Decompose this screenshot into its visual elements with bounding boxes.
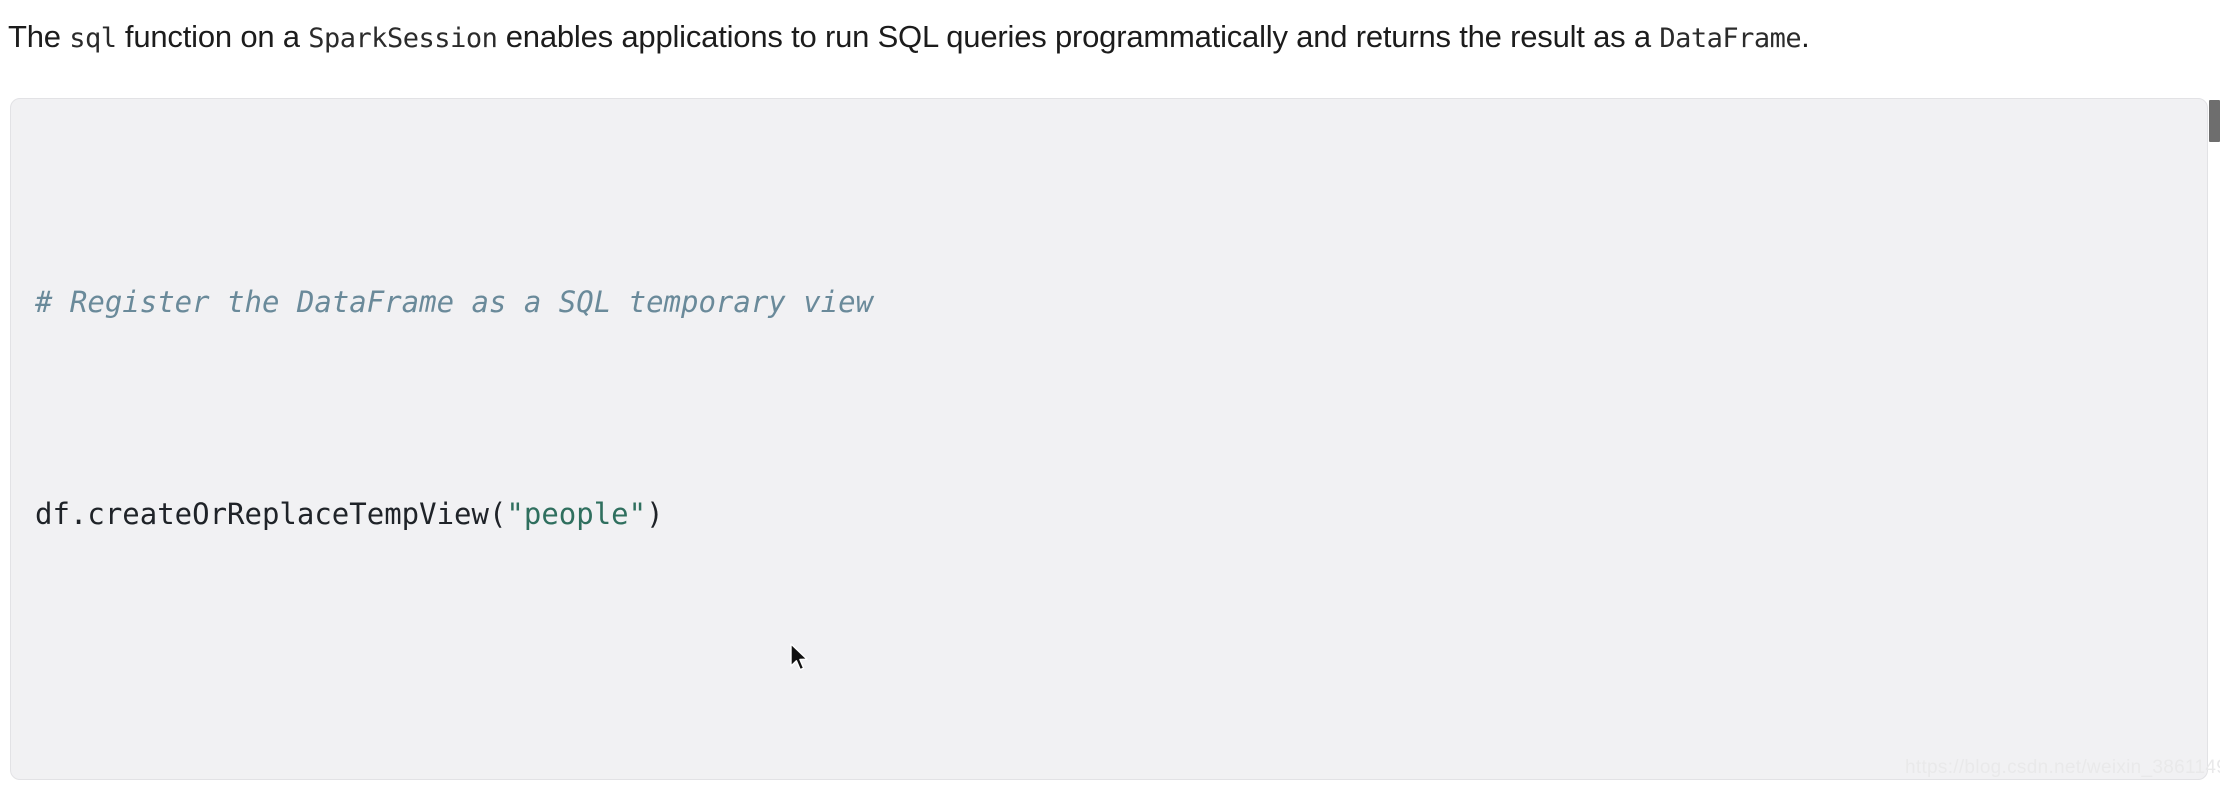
intro-text-part3: enables applications to run SQL queries … xyxy=(497,19,1660,54)
code-line-comment-register: # Register the DataFrame as a SQL tempor… xyxy=(35,285,874,319)
code-token-call: df.createOrReplaceTempView( xyxy=(35,497,507,531)
intro-text-part1: The xyxy=(8,19,70,54)
page-scrollbar-thumb[interactable] xyxy=(2209,100,2220,142)
inline-code-sql: sql xyxy=(69,23,117,54)
code-line-list[interactable]: # Register the DataFrame as a SQL tempor… xyxy=(35,117,874,779)
code-line-create-temp-view: df.createOrReplaceTempView("people") xyxy=(35,488,873,541)
code-token-paren-close: ) xyxy=(646,497,664,531)
page-scrollbar-track[interactable] xyxy=(2208,98,2220,780)
code-block[interactable]: # Register the DataFrame as a SQL tempor… xyxy=(10,98,2208,780)
intro-paragraph: The sql function on a SparkSession enabl… xyxy=(8,18,2212,58)
intro-text-part2: function on a xyxy=(116,19,309,54)
inline-code-sparksession: SparkSession xyxy=(308,23,498,54)
intro-text-part4: . xyxy=(1801,19,1810,54)
code-token-string-people: "people" xyxy=(506,497,647,531)
inline-code-dataframe: DataFrame xyxy=(1659,23,1802,54)
watermark-url: https://blog.csdn.net/weixin_38611497 xyxy=(1905,757,2220,778)
